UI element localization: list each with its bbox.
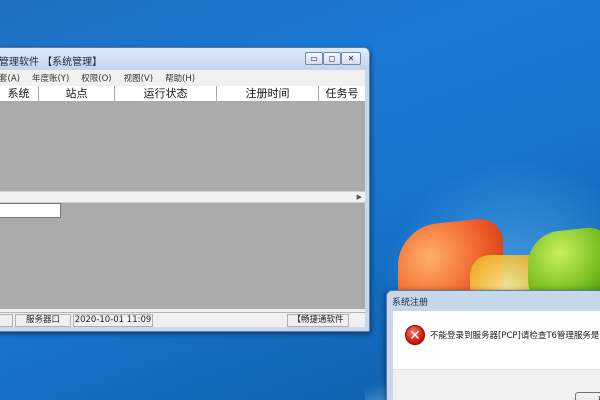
menu-item-help[interactable]: 帮助(H) xyxy=(165,72,195,84)
window-title: 管理软件 【系统管理】 xyxy=(0,57,103,68)
status-brand: 【畅捷通软件 xyxy=(287,314,349,327)
column-header-run-status[interactable]: 运行状态 xyxy=(115,86,217,102)
column-header-site[interactable]: 站点 xyxy=(39,86,115,102)
window-titlebar[interactable]: 管理软件 【系统管理】 ▭ ◻ ✕ xyxy=(0,48,369,70)
horizontal-scrollbar[interactable]: ▶ xyxy=(0,191,365,202)
menu-item-permissions[interactable]: 权限(O) xyxy=(81,72,111,84)
status-spacer xyxy=(155,314,283,327)
system-management-window: 管理软件 【系统管理】 ▭ ◻ ✕ 套(A) 年度账(Y) 权限(O) 视图(V… xyxy=(0,47,370,332)
menu-bar: 套(A) 年度账(Y) 权限(O) 视图(V) 帮助(H) xyxy=(0,70,365,86)
menu-item-year-account[interactable]: 年度账(Y) xyxy=(32,72,69,84)
system-registration-dialog: 系统注册 ✕ 不能登录到服务器[PCP]请检查T6管理服务是否已启 确 xyxy=(386,290,600,400)
dialog-title: 系统注册 xyxy=(392,298,429,308)
status-datetime: 2020-10-01 11:09 xyxy=(73,314,153,327)
close-button[interactable]: ✕ xyxy=(341,52,361,65)
status-server-port: 服务器口 xyxy=(15,314,71,327)
minimize-button[interactable]: ▭ xyxy=(305,52,323,65)
confirm-button[interactable]: 确 xyxy=(575,392,600,400)
grid-header: 系统 站点 运行状态 注册时间 任务号 xyxy=(0,86,365,102)
dialog-footer: 确 xyxy=(393,369,600,400)
lower-grid-cell[interactable] xyxy=(0,203,61,218)
lower-grid-body[interactable] xyxy=(0,203,365,309)
column-header-register-time[interactable]: 注册时间 xyxy=(217,86,319,102)
maximize-button[interactable]: ◻ xyxy=(323,52,341,65)
grid-body[interactable] xyxy=(0,102,365,191)
menu-item-account[interactable]: 套(A) xyxy=(0,72,20,84)
status-panel-left xyxy=(0,314,13,327)
menu-item-view[interactable]: 视图(V) xyxy=(124,72,153,84)
status-bar: 服务器口 2020-10-01 11:09 【畅捷通软件 xyxy=(0,312,365,327)
dialog-message: 不能登录到服务器[PCP]请检查T6管理服务是否已启 xyxy=(430,331,600,341)
dialog-client-area: ✕ 不能登录到服务器[PCP]请检查T6管理服务是否已启 确 xyxy=(393,311,600,400)
error-icon: ✕ xyxy=(405,325,425,345)
column-header-system[interactable]: 系统 xyxy=(0,86,39,102)
column-header-task-id[interactable]: 任务号 xyxy=(319,86,365,102)
window-client-area: 系统 站点 运行状态 注册时间 任务号 ▶ 服务器口 2020-10-01 11… xyxy=(0,86,365,327)
